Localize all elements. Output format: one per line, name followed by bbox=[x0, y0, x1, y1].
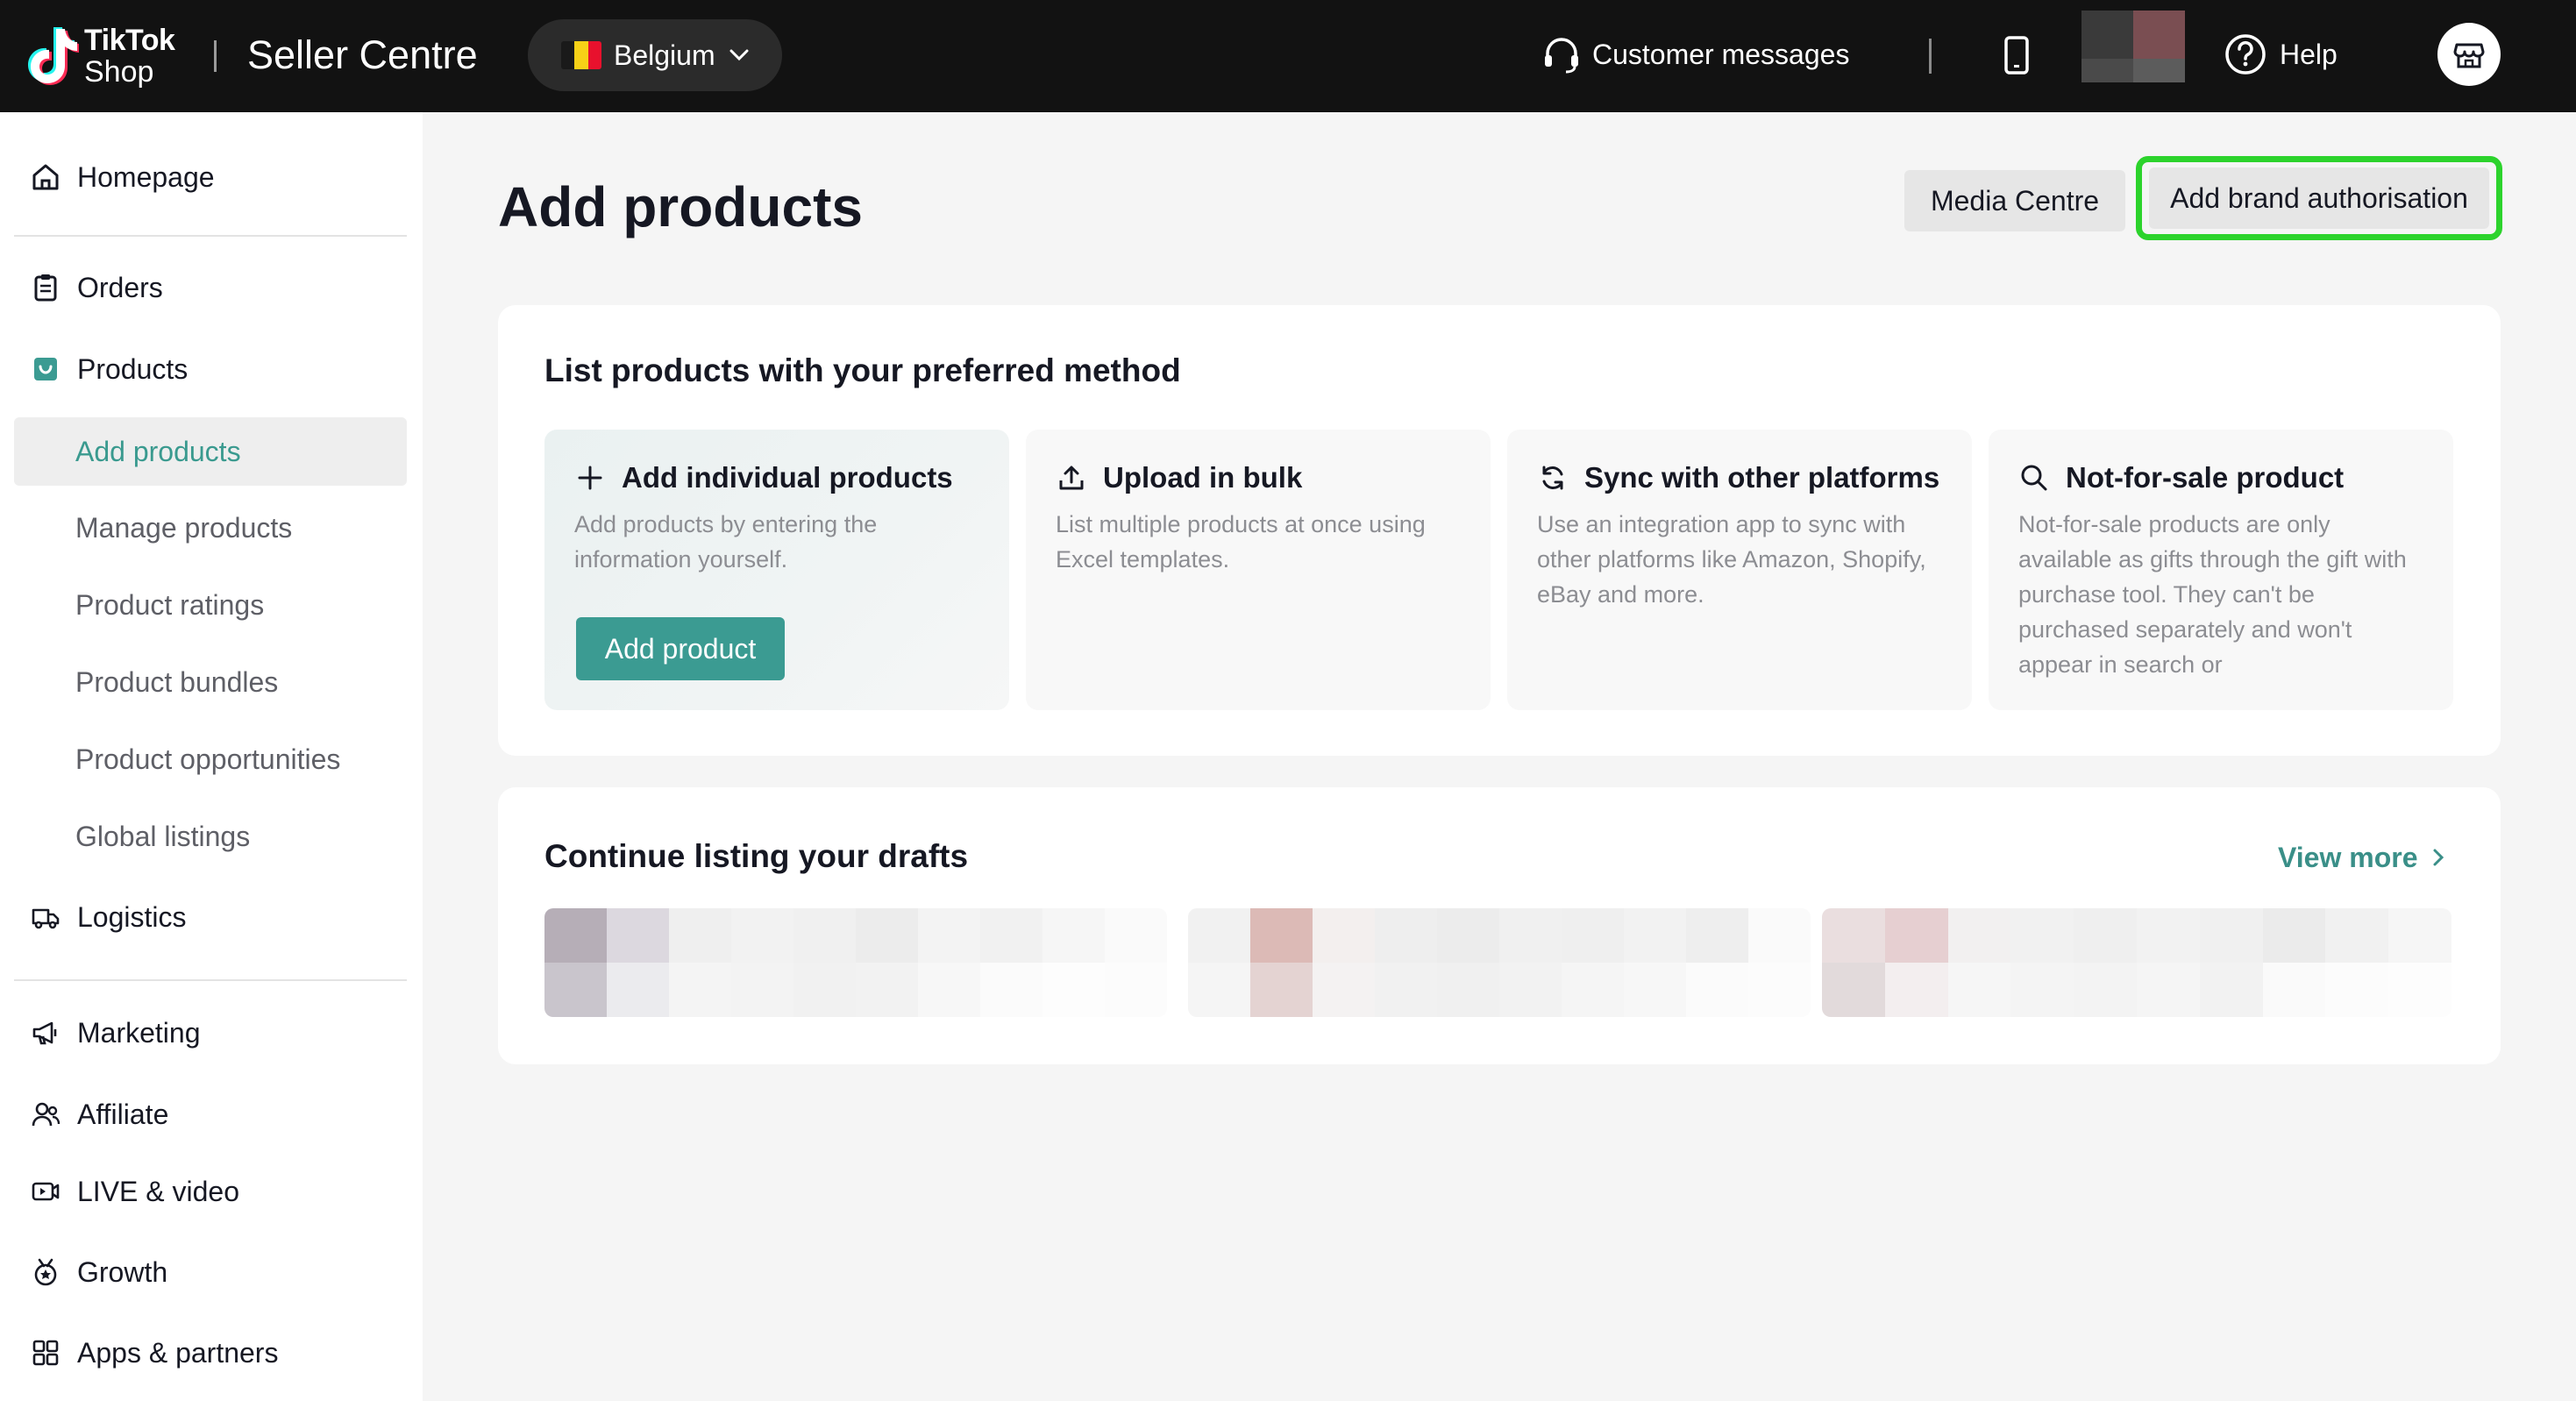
video-icon bbox=[30, 1176, 61, 1207]
sidebar-item-products[interactable]: Products bbox=[14, 335, 407, 403]
add-product-button[interactable]: Add product bbox=[576, 617, 785, 680]
sidebar-item-manage-products[interactable]: Manage products bbox=[14, 494, 407, 562]
logo-divider bbox=[214, 40, 217, 72]
medal-icon bbox=[30, 1256, 61, 1288]
chevron-right-icon bbox=[2433, 849, 2444, 866]
headset-icon bbox=[1545, 38, 1578, 74]
sidebar-item-apps-partners[interactable]: Apps & partners bbox=[14, 1319, 407, 1387]
page-title: Add products bbox=[498, 175, 863, 238]
sidebar-item-label: Orders bbox=[77, 271, 163, 303]
draft-item[interactable] bbox=[544, 908, 1167, 1017]
method-sync-platforms[interactable]: Sync with other platforms Use an integra… bbox=[1507, 430, 1972, 710]
sidebar-item-product-ratings[interactable]: Product ratings bbox=[14, 571, 407, 639]
sync-icon bbox=[1537, 462, 1569, 494]
sidebar-item-homepage[interactable]: Homepage bbox=[14, 143, 407, 211]
sidebar-item-product-bundles[interactable]: Product bundles bbox=[14, 648, 407, 716]
methods-section-title: List products with your preferred method bbox=[544, 352, 1181, 388]
method-description: Use an integration app to sync with othe… bbox=[1537, 511, 1926, 608]
clipboard-icon bbox=[30, 272, 61, 303]
help-icon bbox=[2225, 34, 2266, 75]
sidebar-item-label: Apps & partners bbox=[77, 1336, 279, 1369]
belgium-flag-icon bbox=[561, 41, 601, 69]
sidebar-item-label: Growth bbox=[77, 1255, 168, 1288]
upload-icon bbox=[1056, 462, 1087, 494]
logo-line-2: Shop bbox=[84, 55, 154, 89]
apps-grid-icon bbox=[30, 1337, 61, 1369]
sidebar-item-marketing[interactable]: Marketing bbox=[14, 999, 407, 1067]
sidebar-item-label: Marketing bbox=[77, 1016, 201, 1049]
sidebar-item-label: Manage products bbox=[75, 511, 293, 544]
tiktok-logo-icon bbox=[28, 27, 79, 85]
store-icon bbox=[2453, 43, 2485, 68]
method-description: Add products by entering the information… bbox=[574, 511, 878, 572]
sidebar-item-label: Logistics bbox=[77, 900, 187, 933]
sidebar-item-label: Product opportunities bbox=[75, 743, 341, 775]
sidebar-item-label: Homepage bbox=[77, 160, 215, 193]
method-description: List multiple products at once using Exc… bbox=[1056, 511, 1426, 572]
logo-line-1: TikTok bbox=[84, 24, 175, 57]
method-add-individual[interactable]: Add individual products Add products by … bbox=[544, 430, 1009, 710]
sidebar-item-label: LIVE & video bbox=[77, 1175, 239, 1207]
region-selector[interactable]: Belgium bbox=[528, 19, 782, 91]
sidebar-item-label: Add products bbox=[75, 435, 241, 467]
sidebar-item-label: Products bbox=[77, 352, 189, 385]
avatar[interactable] bbox=[2081, 11, 2185, 82]
method-title: Upload in bulk bbox=[1103, 461, 1303, 494]
method-description: Not-for-sale products are only available… bbox=[2018, 511, 2407, 678]
sidebar-item-growth[interactable]: Growth bbox=[14, 1238, 407, 1306]
topbar-divider bbox=[1929, 39, 1932, 74]
help-label: Help bbox=[2280, 38, 2338, 70]
sidebar-item-label: Global listings bbox=[75, 820, 251, 852]
view-more-link[interactable]: View more bbox=[2278, 838, 2445, 877]
chevron-down-icon bbox=[729, 49, 749, 61]
home-icon bbox=[30, 161, 61, 193]
method-title: Not-for-sale product bbox=[2066, 461, 2345, 494]
view-more-label: View more bbox=[2278, 841, 2418, 873]
method-title: Sync with other platforms bbox=[1584, 461, 1940, 494]
product-bag-icon bbox=[30, 353, 61, 385]
sidebar-divider bbox=[14, 235, 407, 237]
draft-item[interactable] bbox=[1822, 908, 2451, 1017]
mobile-app-button[interactable] bbox=[2001, 33, 2032, 82]
search-icon bbox=[2018, 462, 2050, 494]
sidebar-item-logistics[interactable]: Logistics bbox=[14, 883, 407, 951]
sidebar-item-global-listings[interactable]: Global listings bbox=[14, 802, 407, 871]
add-brand-authorisation-button[interactable]: Add brand authorisation bbox=[2149, 167, 2489, 229]
method-upload-bulk[interactable]: Upload in bulk List multiple products at… bbox=[1026, 430, 1491, 710]
megaphone-icon bbox=[30, 1017, 61, 1049]
sidebar-item-affiliate[interactable]: Affiliate bbox=[14, 1080, 407, 1149]
sidebar-item-label: Affiliate bbox=[77, 1098, 169, 1130]
method-title: Add individual products bbox=[622, 461, 953, 494]
sidebar-item-label: Product ratings bbox=[75, 588, 265, 621]
phone-icon bbox=[2004, 36, 2029, 75]
tiktok-shop-logo[interactable]: TikTok Shop bbox=[26, 21, 175, 91]
app-title: Seller Centre bbox=[247, 32, 478, 77]
sidebar-divider bbox=[14, 979, 407, 981]
sidebar-item-add-products[interactable]: Add products bbox=[14, 417, 407, 486]
help-button[interactable]: Help bbox=[2224, 32, 2338, 77]
region-label: Belgium bbox=[614, 39, 715, 71]
customer-messages-label: Customer messages bbox=[1592, 38, 1850, 70]
truck-icon bbox=[30, 901, 61, 933]
draft-item[interactable] bbox=[1188, 908, 1811, 1017]
drafts-section-title: Continue listing your drafts bbox=[544, 838, 969, 874]
media-centre-button[interactable]: Media Centre bbox=[1904, 170, 2125, 231]
plus-icon bbox=[574, 462, 606, 494]
sidebar-item-orders[interactable]: Orders bbox=[14, 253, 407, 322]
sidebar-item-live-video[interactable]: LIVE & video bbox=[14, 1157, 407, 1226]
method-not-for-sale[interactable]: Not-for-sale product Not-for-sale produc… bbox=[1989, 430, 2453, 710]
customer-messages-button[interactable]: Customer messages bbox=[1541, 32, 1849, 77]
sidebar-item-label: Product bundles bbox=[75, 665, 279, 698]
sidebar-item-product-opportunities[interactable]: Product opportunities bbox=[14, 725, 407, 793]
top-bar: TikTok Shop Seller Centre Belgium Custom… bbox=[0, 0, 2576, 112]
brand-authorisation-highlight: Add brand authorisation bbox=[2136, 156, 2502, 240]
shop-profile-button[interactable] bbox=[2437, 23, 2501, 86]
users-icon bbox=[30, 1099, 61, 1130]
